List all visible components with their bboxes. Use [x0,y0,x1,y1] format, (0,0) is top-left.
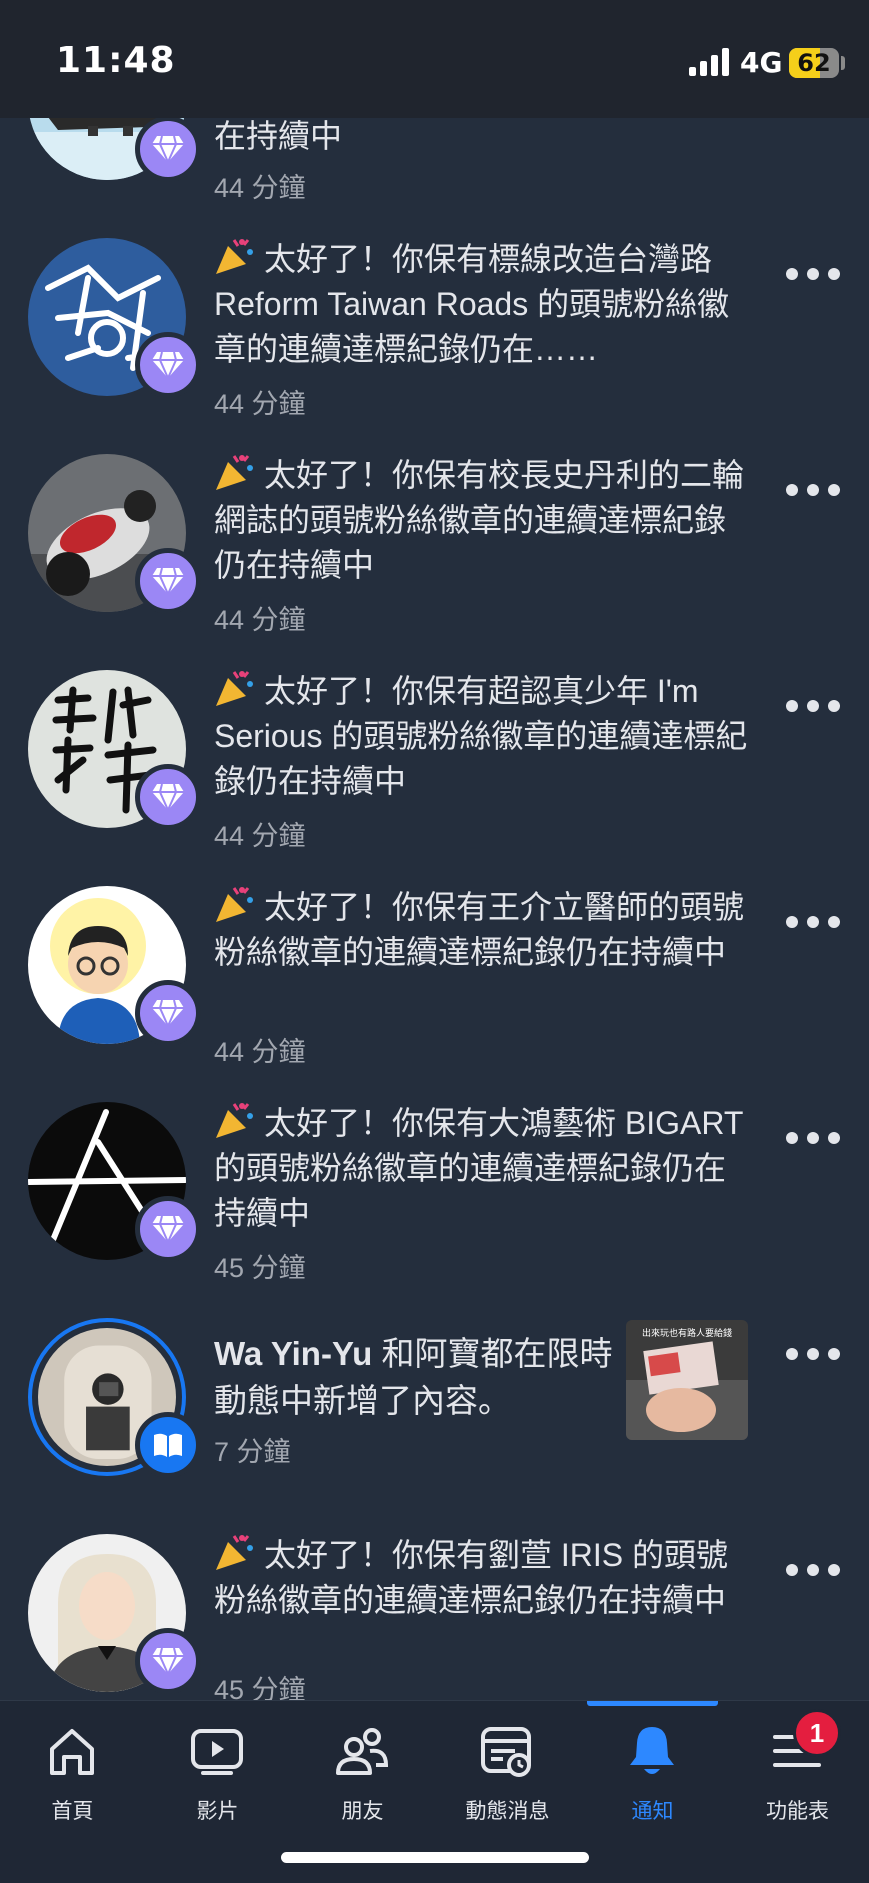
tab-feed[interactable]: 動態消息 [435,1701,580,1851]
battery-level: 62 [797,49,831,77]
story-thumbnail[interactable]: 出來玩也有路人要給錢 [626,1320,748,1440]
notification-text: 太好了！你保有王介立醫師的頭號粉絲徽章的連續達標紀錄仍在持續中 [214,884,754,975]
party-popper-icon [216,239,253,274]
more-options-icon[interactable] [786,1128,840,1148]
badge [135,332,201,398]
notification-text: 太好了！你保有大鴻藝術 BIGART 的頭號粉絲徽章的連續達標紀錄仍在持續中 [214,1100,754,1236]
notification-item[interactable]: 太好了！你保有超認真少年 I'm Serious 的頭號粉絲徽章的連續達標紀錄仍… [0,648,869,864]
tab-home[interactable]: 首頁 [0,1701,145,1851]
more-options-icon[interactable] [786,264,840,284]
badge [135,1196,201,1262]
notification-time: 44 分鐘 [214,173,306,203]
badge [135,548,201,614]
diamond-icon [152,1215,184,1244]
notification-item[interactable]: 太好了！你保有劉萱 IRIS 的頭號粉絲徽章的連續達標紀錄仍在持續中 45 分鐘 [0,1512,869,1700]
notification-item[interactable]: 太好了！你保有校長史丹利的二輪網誌的頭號粉絲徽章的連續達標紀錄仍在持續中 44 … [0,432,869,648]
more-options-icon[interactable] [786,1560,840,1580]
book-icon [154,1433,182,1457]
badge [135,764,201,830]
diamond-icon [152,135,184,164]
diamond-icon [152,999,184,1028]
notification-text: 太好了！你保有超認真少年 I'm Serious 的頭號粉絲徽章的連續達標紀錄仍… [214,668,754,804]
diamond-icon [152,351,184,380]
notification-text: 太好了！你保有校長史丹利的二輪網誌的頭號粉絲徽章的連續達標紀錄仍在持續中 [214,452,754,588]
status-time: 11:48 [56,40,176,81]
badge [135,1628,201,1694]
diamond-icon [152,783,184,812]
notification-text: 在持續中 [214,118,343,154]
tab-notifications[interactable]: 通知 [580,1701,725,1851]
more-options-icon[interactable] [786,1344,840,1364]
feed-icon [481,1727,531,1777]
notification-time: 45 分鐘 [214,1675,306,1700]
home-icon [50,1729,94,1775]
party-popper-icon [216,671,253,706]
notification-list[interactable]: 在持續中 44 分鐘 太好了！你保有標線改造台灣路 Reform Taiwan … [0,0,869,1700]
notification-item[interactable]: 太好了！你保有大鴻藝術 BIGART 的頭號粉絲徽章的連續達標紀錄仍在持續中 4… [0,1080,869,1296]
party-popper-icon [216,455,253,490]
notification-time: 7 分鐘 [214,1437,291,1467]
notification-time: 45 分鐘 [214,1253,306,1283]
notification-item[interactable]: 太好了！你保有標線改造台灣路 Reform Taiwan Roads 的頭號粉絲… [0,216,869,432]
status-bar: 11:48 4G 62 [0,0,869,118]
notification-text: 太好了！你保有標線改造台灣路 Reform Taiwan Roads 的頭號粉絲… [214,236,754,372]
more-options-icon[interactable] [786,696,840,716]
diamond-icon [152,567,184,596]
notification-text: 太好了！你保有劉萱 IRIS 的頭號粉絲徽章的連續達標紀錄仍在持續中 [214,1532,754,1623]
home-indicator [281,1852,589,1863]
diamond-icon [152,1647,184,1676]
network-type: 4G [740,46,783,79]
tab-menu[interactable]: 1 功能表 [725,1701,869,1851]
notification-item[interactable]: 太好了！你保有王介立醫師的頭號粉絲徽章的連續達標紀錄仍在持續中 44 分鐘 [0,864,869,1080]
tab-label: 功能表 [766,1800,829,1823]
tab-label: 動態消息 [465,1800,550,1823]
badge [135,1412,201,1478]
battery-tip [841,56,845,70]
notification-time: 44 分鐘 [214,389,306,419]
menu-notification-badge: 1 [793,1709,841,1757]
tab-label: 影片 [196,1800,239,1823]
friends-icon [336,1728,389,1775]
video-icon [191,1729,243,1775]
more-options-icon[interactable] [786,480,840,500]
bell-icon [630,1727,674,1774]
tab-label: 通知 [631,1800,674,1823]
notification-item[interactable]: Wa Yin-Yu 和阿寶都在限時動態中新增了內容。 7 分鐘 出來玩也有路人要… [0,1296,869,1512]
tab-video[interactable]: 影片 [145,1701,290,1851]
tab-friends[interactable]: 朋友 [290,1701,435,1851]
badge [135,980,201,1046]
badge [135,116,201,182]
signal-icon [689,48,729,76]
story-thumbnail-caption: 出來玩也有路人要給錢 [641,1328,732,1338]
more-options-icon[interactable] [786,912,840,932]
party-popper-icon [216,887,253,922]
battery-icon: 62 [789,48,839,78]
party-popper-icon [216,1535,253,1570]
notification-text: Wa Yin-Yu 和阿寶都在限時動態中新增了內容。 [214,1335,613,1419]
tab-label: 首頁 [51,1800,94,1823]
notification-time: 44 分鐘 [214,821,306,851]
notification-time: 44 分鐘 [214,1037,306,1067]
party-popper-icon [216,1103,253,1138]
tab-label: 朋友 [341,1800,384,1823]
notification-time: 44 分鐘 [214,605,306,635]
